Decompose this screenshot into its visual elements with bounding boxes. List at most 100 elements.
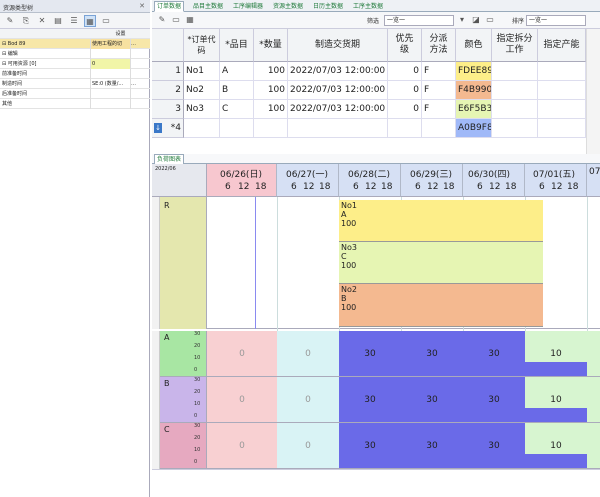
cell-split-work[interactable]	[492, 119, 538, 138]
cell-capacity[interactable]	[538, 119, 586, 138]
header-qty[interactable]: *数量	[254, 29, 288, 62]
cell-capacity[interactable]	[538, 100, 586, 119]
cell-capacity[interactable]	[538, 62, 586, 81]
task-bar[interactable]: No1 A 100	[339, 200, 543, 242]
cell-due-date[interactable]: 2022/07/03 12:00:00	[288, 81, 388, 100]
cell-order-code[interactable]	[184, 119, 220, 138]
load-bar[interactable]	[525, 454, 587, 468]
tree-row-value[interactable]	[90, 69, 130, 79]
cell-dispatch[interactable]: F	[422, 81, 456, 100]
cell-priority[interactable]	[388, 119, 422, 138]
panel-icon[interactable]: ▭	[484, 14, 496, 26]
view-icon[interactable]: ▭	[100, 15, 112, 27]
header-due-date[interactable]: 制造交货期	[288, 29, 388, 62]
cell-priority[interactable]: 0	[388, 81, 422, 100]
resource-row-header[interactable]: B	[160, 377, 193, 423]
ellipsis-button[interactable]	[130, 69, 144, 79]
cell-order-code[interactable]: No3	[184, 100, 220, 119]
cell-split-work[interactable]	[492, 62, 538, 81]
load-bar[interactable]	[525, 408, 587, 422]
ellipsis-button[interactable]	[130, 89, 144, 99]
tab-load-chart[interactable]: 负荷图表	[154, 154, 185, 164]
save-icon[interactable]: ▤	[52, 15, 64, 27]
tree-row[interactable]: ⊟ Bod 89 使用工程的切换..…	[0, 39, 150, 49]
header-capacity[interactable]: 指定产能	[538, 29, 586, 62]
cell-order-code[interactable]: No1	[184, 62, 220, 81]
contrast-icon[interactable]: ◪	[470, 14, 482, 26]
cell-dispatch[interactable]: F	[422, 100, 456, 119]
tab-process-master[interactable]: 工序主数据	[350, 1, 386, 12]
delete-icon[interactable]: ✕	[36, 15, 48, 27]
tree-row-value[interactable]	[90, 89, 130, 99]
cell-qty[interactable]: 100	[254, 100, 288, 119]
grid-icon[interactable]: ▦	[84, 15, 96, 27]
cell-capacity[interactable]	[538, 81, 586, 100]
filter-icon[interactable]: ▾	[456, 14, 468, 26]
sort-select[interactable]: 一览一	[526, 15, 586, 26]
row-number[interactable]: 2	[152, 81, 184, 100]
row-number[interactable]: 3	[152, 100, 184, 119]
tree-row[interactable]: 其他	[0, 99, 150, 109]
tab-order-data[interactable]: 订单数据	[154, 1, 185, 12]
cell-order-code[interactable]: No2	[184, 81, 220, 100]
cell-priority[interactable]: 0	[388, 62, 422, 81]
header-order-code[interactable]: *订单代码	[184, 29, 220, 62]
ellipsis-button[interactable]	[130, 49, 144, 59]
cell-color[interactable]: E6F5B3	[456, 100, 492, 119]
tree-row[interactable]: ⊟ 可用资源 [0] 0	[0, 59, 150, 69]
resource-row-header[interactable]: C	[160, 423, 193, 469]
close-icon[interactable]: ✕	[139, 2, 145, 10]
tree-row[interactable]: 后准备时间	[0, 89, 150, 99]
row-number[interactable]: 1	[152, 62, 184, 81]
filter-select[interactable]: 一览一	[384, 15, 454, 26]
tree-row-value[interactable]	[90, 99, 130, 109]
edit-icon[interactable]: ✎	[156, 14, 168, 26]
tab-calendar-master[interactable]: 日历主数据	[310, 1, 346, 12]
task-bar[interactable]: No3 C 100	[339, 242, 543, 284]
cell-due-date[interactable]: 2022/07/03 12:00:00	[288, 62, 388, 81]
tree-row[interactable]: 制造时间 SE:0 (数量/...…	[0, 79, 150, 89]
cell-item[interactable]	[220, 119, 254, 138]
cell-dispatch[interactable]	[422, 119, 456, 138]
cell-qty[interactable]: 100	[254, 81, 288, 100]
ellipsis-button[interactable]	[130, 59, 144, 69]
copy-icon[interactable]: ⎘	[20, 15, 32, 27]
add-icon[interactable]: ✎	[4, 15, 16, 27]
resource-row-header[interactable]: A	[160, 331, 193, 377]
cell-dispatch[interactable]: F	[422, 62, 456, 81]
tree-row-value[interactable]: 0	[90, 59, 130, 69]
tab-item-master[interactable]: 品目主数据	[190, 1, 226, 12]
header-priority[interactable]: 优先级	[388, 29, 422, 62]
load-bar[interactable]	[525, 362, 587, 376]
tree-row-value[interactable]: 使用工程的切换..	[90, 39, 130, 49]
cell-qty[interactable]: 100	[254, 62, 288, 81]
ellipsis-button[interactable]: …	[130, 39, 144, 49]
header-color[interactable]: 颜色	[456, 29, 492, 62]
tree-row[interactable]: 前准备时间	[0, 69, 150, 79]
tree-row-value[interactable]: SE:0 (数量/...	[90, 79, 130, 89]
cell-color[interactable]: F4B990	[456, 81, 492, 100]
order-row-header[interactable]: R	[160, 197, 207, 329]
header-item[interactable]: *品目	[220, 29, 254, 62]
cell-item[interactable]: A	[220, 62, 254, 81]
cell-color[interactable]: FDEE89	[456, 62, 492, 81]
cell-item[interactable]: C	[220, 100, 254, 119]
ellipsis-button[interactable]: …	[130, 79, 144, 89]
list-icon[interactable]: ☰	[68, 15, 80, 27]
cell-due-date[interactable]: 2022/07/03 12:00:00	[288, 100, 388, 119]
cell-color[interactable]: A0B9F8	[456, 119, 492, 138]
cell-priority[interactable]: 0	[388, 100, 422, 119]
cell-split-work[interactable]	[492, 81, 538, 100]
tab-resource-master[interactable]: 资源主数据	[270, 1, 306, 12]
tab-process-editor[interactable]: 工序编辑器	[230, 1, 266, 12]
cell-due-date[interactable]	[288, 119, 388, 138]
header-dispatch[interactable]: 分派方法	[422, 29, 456, 62]
cell-item[interactable]: B	[220, 81, 254, 100]
task-bar[interactable]: No2 B 100	[339, 284, 543, 327]
cell-split-work[interactable]	[492, 100, 538, 119]
ellipsis-button[interactable]	[130, 99, 144, 109]
header-split-work[interactable]: 指定拆分工作	[492, 29, 538, 62]
cell-qty[interactable]	[254, 119, 288, 138]
tree-row[interactable]: ⊟ 编辑	[0, 49, 150, 59]
tree-row-value[interactable]	[90, 49, 130, 59]
